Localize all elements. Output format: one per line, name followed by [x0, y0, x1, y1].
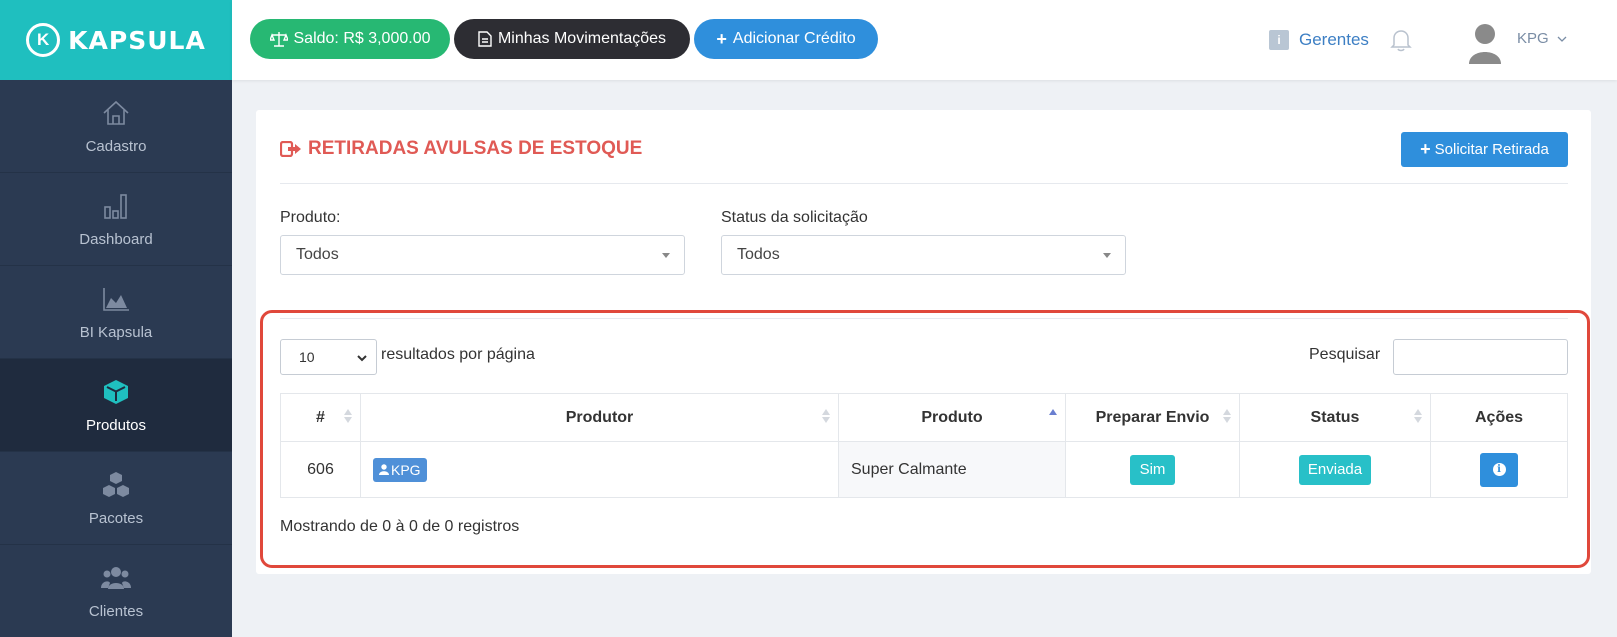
- table-footer-info: Mostrando de 0 à 0 de 0 registros: [280, 518, 520, 535]
- user-icon: [379, 464, 389, 475]
- column-header-id[interactable]: #: [280, 393, 361, 442]
- sidebar-item-pacotes[interactable]: Pacotes: [0, 452, 232, 545]
- column-header-produtor[interactable]: Produtor: [360, 393, 839, 442]
- chevron-down-icon: [357, 355, 367, 362]
- filter-status-select[interactable]: Todos: [721, 235, 1126, 275]
- adicionar-label: Adicionar Crédito: [732, 30, 856, 47]
- avatar[interactable]: [1467, 22, 1503, 64]
- sidebar-item-label: Dashboard: [79, 230, 153, 248]
- user-menu[interactable]: KPG: [1517, 30, 1567, 47]
- filter-produto-select[interactable]: Todos: [280, 235, 685, 275]
- divider: [280, 183, 1568, 184]
- sidebar-item-label: Clientes: [88, 602, 144, 620]
- sidebar-item-label: Produtos: [85, 416, 147, 434]
- bar-chart-icon: [104, 193, 127, 219]
- gerentes-link[interactable]: i Gerentes: [1269, 30, 1369, 50]
- topbar: Saldo: R$ 3,000.00 Minhas Movimentações …: [232, 0, 1617, 80]
- search-label: Pesquisar: [1309, 346, 1381, 363]
- filter-produto-label: Produto:: [280, 209, 341, 226]
- plus-icon: +: [1420, 139, 1431, 159]
- filter-produto-value: Todos: [296, 246, 339, 263]
- sidebar-item-label: BI Kapsula: [79, 323, 153, 341]
- column-header-acoes: Ações: [1430, 393, 1568, 442]
- cell-id: 606: [280, 441, 361, 498]
- document-icon: [478, 31, 492, 47]
- search-input[interactable]: [1393, 339, 1568, 375]
- cell-preparar-envio: Sim: [1065, 441, 1240, 498]
- solicitar-retirada-button[interactable]: + Solicitar Retirada: [1401, 132, 1568, 167]
- main-card: RETIRADAS AVULSAS DE ESTOQUE + Solicitar…: [256, 110, 1591, 574]
- solicitar-label: Solicitar Retirada: [1434, 141, 1549, 158]
- logo[interactable]: K KAPSULA: [0, 0, 232, 80]
- area-chart-icon: [103, 287, 129, 311]
- per-page-value: 10: [299, 349, 315, 365]
- saldo-button[interactable]: Saldo: R$ 3,000.00: [250, 19, 450, 59]
- movimentacoes-button[interactable]: Minhas Movimentações: [454, 19, 690, 59]
- cubes-icon: [103, 471, 129, 497]
- gerentes-label: Gerentes: [1299, 30, 1369, 49]
- preparar-badge: Sim: [1129, 454, 1176, 485]
- column-header-preparar-envio[interactable]: Preparar Envio: [1065, 393, 1240, 442]
- cube-icon: [104, 379, 128, 404]
- user-name: KPG: [1517, 30, 1549, 47]
- sidebar-item-clientes[interactable]: Clientes: [0, 545, 232, 637]
- sidebar-item-produtos[interactable]: Produtos: [0, 359, 232, 452]
- cell-produtor: KPG: [360, 441, 839, 498]
- per-page-select[interactable]: 10: [280, 339, 377, 375]
- info-button[interactable]: i: [1480, 452, 1518, 487]
- logo-icon: K: [26, 23, 61, 57]
- column-header-produto[interactable]: Produto: [838, 393, 1066, 442]
- sidebar: K KAPSULA Cadastro Dashboard BI Kapsula …: [0, 0, 232, 637]
- chevron-down-icon: [1557, 36, 1567, 42]
- column-header-status[interactable]: Status: [1239, 393, 1431, 442]
- plus-icon: +: [716, 28, 727, 49]
- caret-down-icon: [1103, 253, 1111, 258]
- bell-icon[interactable]: [1390, 28, 1412, 52]
- cell-status: Enviada: [1239, 441, 1431, 498]
- cell-produto: Super Calmante: [838, 441, 1066, 498]
- sign-out-icon: [280, 141, 301, 157]
- users-icon: [101, 566, 131, 589]
- logo-text: KAPSULA: [68, 25, 206, 55]
- adicionar-credito-button[interactable]: + Adicionar Crédito: [694, 19, 878, 59]
- cell-acoes: i: [1430, 441, 1568, 498]
- sidebar-item-cadastro[interactable]: Cadastro: [0, 80, 232, 173]
- page-title-text: RETIRADAS AVULSAS DE ESTOQUE: [308, 138, 643, 159]
- manager-icon: i: [1269, 30, 1289, 50]
- page-title: RETIRADAS AVULSAS DE ESTOQUE: [280, 138, 642, 160]
- sidebar-item-dashboard[interactable]: Dashboard: [0, 173, 232, 266]
- filter-status-label: Status da solicitação: [721, 209, 868, 226]
- balance-scale-icon: [269, 32, 288, 47]
- sidebar-item-bi-kapsula[interactable]: BI Kapsula: [0, 266, 232, 359]
- data-table: # Produtor Produto Preparar Envio Status…: [280, 393, 1568, 498]
- sidebar-item-label: Cadastro: [85, 137, 147, 155]
- sidebar-item-label: Pacotes: [88, 509, 144, 527]
- info-icon: i: [1492, 463, 1506, 476]
- movimentacoes-label: Minhas Movimentações: [497, 30, 667, 47]
- saldo-label: Saldo: R$ 3,000.00: [293, 30, 431, 47]
- produtor-badge[interactable]: KPG: [373, 457, 427, 482]
- status-badge: Enviada: [1298, 454, 1372, 485]
- table-row: 606 KPG Super Calmante Sim Enviada i: [280, 441, 1568, 498]
- caret-down-icon: [662, 253, 670, 258]
- divider: [280, 318, 1568, 319]
- filter-status-value: Todos: [737, 246, 780, 263]
- home-icon: [103, 100, 129, 125]
- per-page-text: resultados por página: [381, 346, 535, 363]
